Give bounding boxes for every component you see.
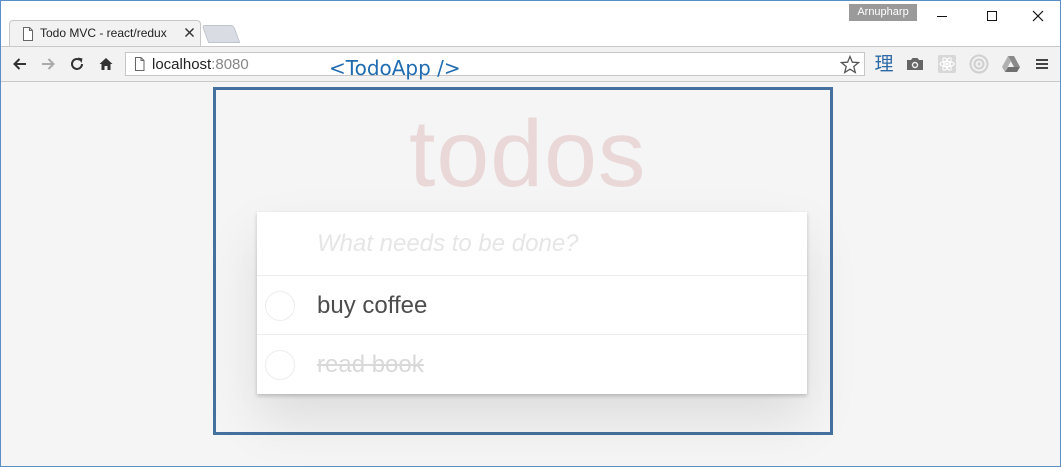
browser-tab[interactable]: Todo MVC - react/redux (9, 20, 201, 46)
hamburger-menu-icon (1036, 59, 1048, 69)
arrow-left-icon (13, 58, 26, 70)
arrow-right-icon (42, 58, 55, 70)
back-button[interactable] (11, 55, 29, 73)
redux-icon (969, 54, 989, 74)
app-title: todos (409, 101, 647, 207)
profile-badge[interactable]: Arnupharp (849, 4, 917, 21)
url-text: localhost:8080 (152, 56, 249, 73)
minimize-button[interactable] (919, 1, 965, 31)
browser-toolbar: localhost:8080 理 (1, 46, 1060, 82)
maximize-button[interactable] (969, 1, 1015, 31)
bookmark-star-icon[interactable] (840, 55, 860, 75)
todo-item[interactable]: buy coffee (257, 275, 807, 334)
browser-window: Arnupharp Todo MVC - react/redux localho… (0, 0, 1061, 467)
page-info-icon[interactable] (134, 57, 145, 71)
drive-icon (1002, 56, 1020, 72)
redux-devtools-button[interactable] (968, 53, 990, 75)
react-icon (938, 55, 956, 73)
forward-button[interactable] (39, 55, 57, 73)
url-port: :8080 (211, 56, 249, 73)
li-extension-button[interactable]: 理 (873, 53, 895, 75)
chrome-menu-button[interactable] (1031, 53, 1053, 75)
new-todo-input[interactable] (257, 212, 807, 275)
reload-icon (71, 57, 83, 70)
maximize-icon (987, 11, 997, 21)
address-bar[interactable]: localhost:8080 (125, 52, 865, 76)
home-icon (99, 58, 113, 70)
todo-item[interactable]: read book (257, 334, 807, 393)
close-window-button[interactable] (1015, 1, 1060, 31)
todo-toggle-checkbox[interactable] (265, 350, 295, 380)
title-bar: Arnupharp Todo MVC - react/redux (1, 1, 1060, 46)
url-host: localhost (152, 56, 212, 73)
todo-item-label[interactable]: buy coffee (317, 292, 427, 320)
home-button[interactable] (97, 55, 115, 73)
reload-button[interactable] (68, 55, 86, 73)
camera-extension-button[interactable] (904, 53, 926, 75)
new-tab-button[interactable] (201, 25, 241, 43)
tab-title: Todo MVC - react/redux (40, 26, 167, 40)
close-icon (1032, 10, 1044, 22)
todo-item-label[interactable]: read book (317, 351, 424, 379)
react-devtools-button[interactable] (936, 53, 958, 75)
page-icon (23, 27, 33, 41)
li-extension-icon: 理 (874, 53, 894, 75)
camera-icon (907, 58, 923, 70)
drive-extension-button[interactable] (1000, 53, 1022, 75)
close-tab-icon[interactable] (184, 27, 195, 38)
minimize-icon (937, 16, 947, 17)
todo-toggle-checkbox[interactable] (265, 291, 295, 321)
component-name-label: <TodoApp /> (329, 56, 461, 80)
todo-app-card: buy coffee read book (257, 212, 807, 394)
